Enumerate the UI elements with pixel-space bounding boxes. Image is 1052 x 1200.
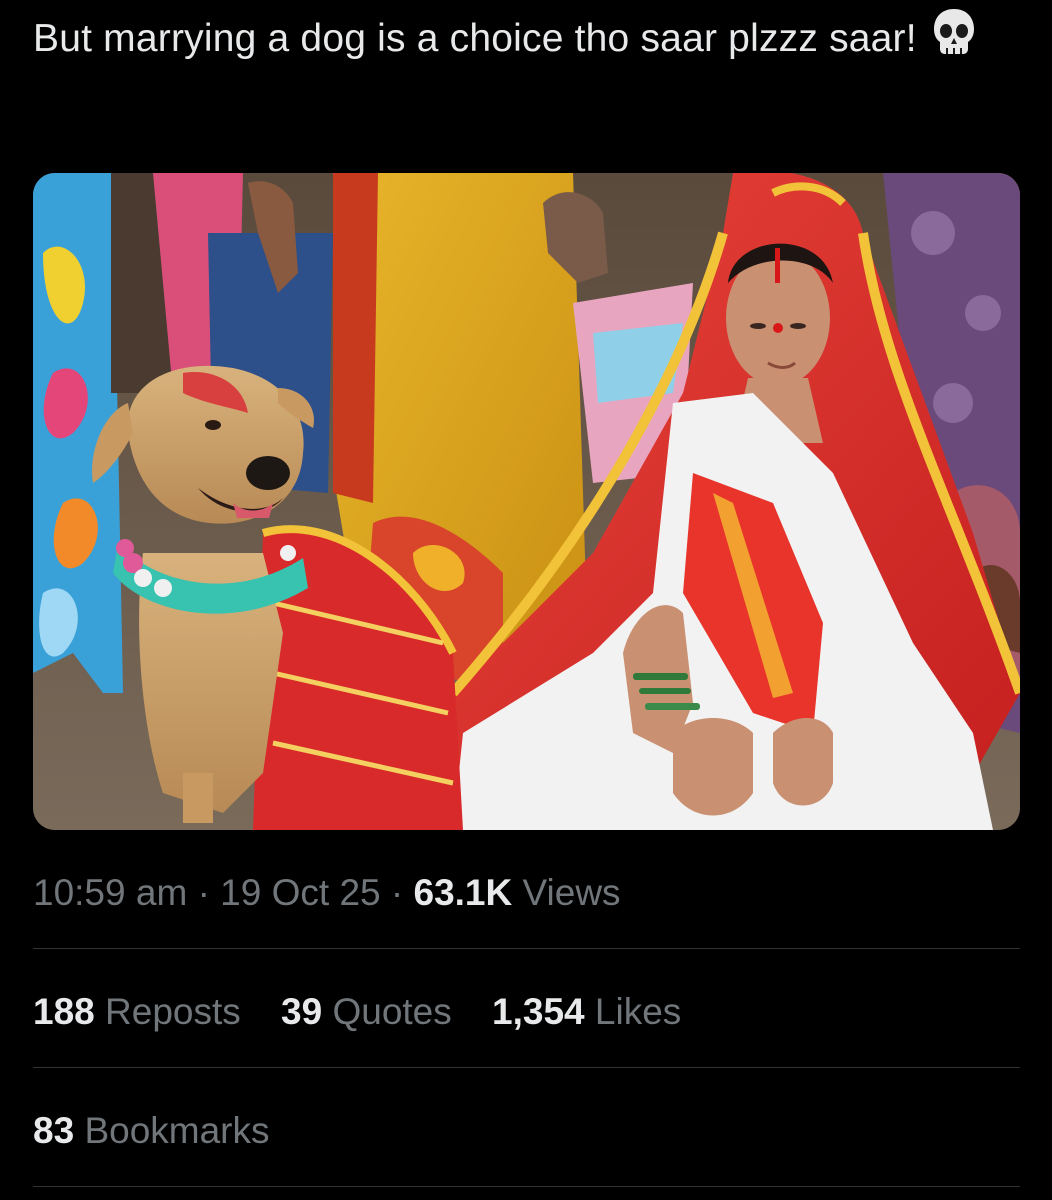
- views-count: 63.1K: [413, 872, 513, 913]
- tweet-photo[interactable]: [33, 173, 1020, 830]
- bookmarks-stat[interactable]: 83 Bookmarks: [33, 1106, 270, 1156]
- divider: [33, 948, 1020, 949]
- views-label: Views: [522, 872, 621, 913]
- tweet-meta: 10:59 am · 19 Oct 25 · 63.1K Views: [33, 868, 621, 918]
- likes-stat[interactable]: 1,354 Likes: [492, 987, 681, 1037]
- reposts-count: 188: [33, 991, 95, 1032]
- quotes-label: Quotes: [332, 991, 452, 1032]
- likes-count: 1,354: [492, 991, 585, 1032]
- quotes-count: 39: [281, 991, 323, 1032]
- bookmarks-label: Bookmarks: [84, 1110, 270, 1151]
- tweet-time[interactable]: 10:59 am: [33, 872, 187, 913]
- divider: [33, 1186, 1020, 1187]
- reposts-stat[interactable]: 188 Reposts: [33, 987, 241, 1037]
- bookmarks-count: 83: [33, 1110, 75, 1151]
- reposts-label: Reposts: [105, 991, 241, 1032]
- likes-label: Likes: [594, 991, 682, 1032]
- meta-separator: ·: [390, 872, 404, 913]
- quotes-stat[interactable]: 39 Quotes: [281, 987, 452, 1037]
- tweet-text: But marrying a dog is a choice tho saar …: [33, 6, 1023, 77]
- engagement-stats: 188 Reposts 39 Quotes 1,354 Likes: [33, 987, 711, 1037]
- skull-icon: [931, 7, 977, 77]
- tweet-text-content: But marrying a dog is a choice tho saar …: [33, 17, 917, 60]
- tweet-date[interactable]: 19 Oct 25: [220, 872, 380, 913]
- meta-separator: ·: [197, 872, 210, 913]
- divider: [33, 1067, 1020, 1068]
